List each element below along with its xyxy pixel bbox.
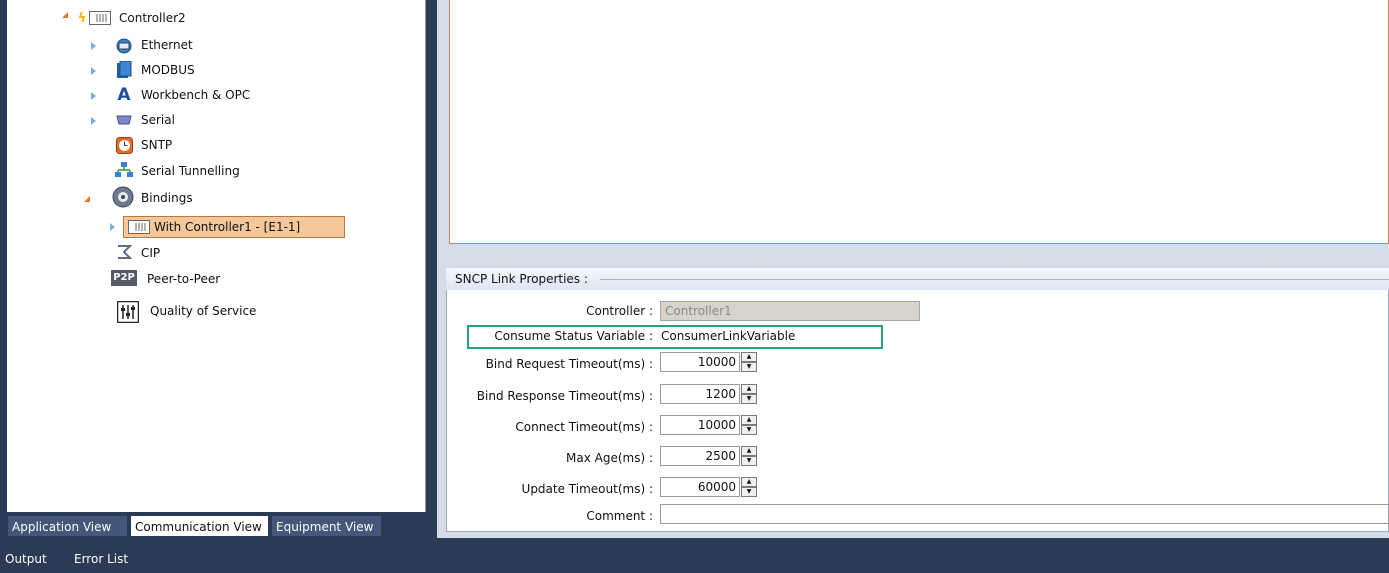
tab-application-view[interactable]: Application View: [7, 515, 128, 537]
bind-response-timeout-label: Bind Response Timeout(ms) :: [476, 389, 653, 403]
error-list-tab[interactable]: Error List: [74, 552, 128, 566]
spin-down-icon[interactable]: ▼: [741, 394, 757, 404]
max-age-spinner: ▲ ▼: [741, 446, 757, 466]
comment-label: Comment :: [586, 509, 653, 523]
spin-up-icon[interactable]: ▲: [741, 384, 757, 394]
tab-equipment-view[interactable]: Equipment View: [271, 515, 382, 537]
controller-field: Controller1: [660, 301, 920, 321]
connect-timeout-label: Connect Timeout(ms) :: [515, 420, 653, 434]
bind-request-timeout-label: Bind Request Timeout(ms) :: [485, 357, 653, 371]
tree-label: Controller2: [119, 11, 186, 25]
tree-label: With Controller1 - [E1-1]: [154, 220, 301, 234]
bind-request-timeout-input[interactable]: 10000: [660, 352, 740, 372]
expand-arrow-icon[interactable]: [91, 92, 96, 100]
tree-label: Workbench & OPC: [141, 88, 251, 102]
tree-label: Serial: [141, 113, 175, 127]
tree-label: Peer-to-Peer: [147, 272, 221, 286]
expand-arrow-icon[interactable]: [91, 117, 96, 125]
tree-label: SNTP: [141, 138, 173, 152]
tab-communication-view[interactable]: Communication View: [130, 515, 269, 537]
tree-label: Serial Tunnelling: [141, 164, 240, 178]
group-divider: [600, 279, 1389, 280]
workbench-a-icon: A: [117, 84, 131, 105]
update-timeout-input[interactable]: 60000: [660, 477, 740, 497]
update-timeout-spinner: ▲ ▼: [741, 477, 757, 497]
spin-down-icon[interactable]: ▼: [741, 425, 757, 435]
connect-timeout-spinner: ▲ ▼: [741, 415, 757, 435]
bind-response-timeout-input[interactable]: 1200: [660, 384, 740, 404]
sntp-clock-icon: [115, 136, 133, 154]
tree-label: Bindings: [141, 191, 193, 205]
max-age-input[interactable]: 2500: [660, 446, 740, 466]
panel-splitter[interactable]: [426, 0, 436, 545]
serial-port-icon: [115, 111, 133, 129]
bind-request-timeout-spinner: ▲ ▼: [741, 352, 757, 372]
network-icon: [115, 161, 133, 179]
controller-icon: [128, 218, 150, 236]
comment-input[interactable]: [660, 504, 1389, 524]
upper-canvas: [449, 0, 1389, 244]
tree-label: Ethernet: [141, 38, 193, 52]
spin-up-icon[interactable]: ▲: [741, 477, 757, 487]
expand-arrow-icon[interactable]: [91, 42, 96, 50]
tree-label: MODBUS: [141, 63, 195, 77]
spin-down-icon[interactable]: ▼: [741, 362, 757, 372]
update-timeout-label: Update Timeout(ms) :: [521, 482, 653, 496]
tree-label: CIP: [141, 246, 161, 260]
communication-tree-panel: ϟ Controller2 Ethernet MODBUS A Workbenc…: [7, 0, 426, 512]
bindings-gear-icon: [112, 186, 134, 208]
spin-up-icon[interactable]: ▲: [741, 446, 757, 456]
view-tabs: Application View Communication View Equi…: [7, 512, 425, 542]
qos-icon: [117, 301, 139, 323]
spin-up-icon[interactable]: ▲: [741, 415, 757, 425]
consume-status-value[interactable]: ConsumerLinkVariable: [661, 329, 795, 343]
expand-arrow-icon[interactable]: [62, 12, 68, 18]
expand-arrow-icon[interactable]: [84, 196, 90, 202]
expand-arrow-icon[interactable]: [110, 223, 115, 231]
modbus-book-icon: [115, 61, 133, 79]
consume-status-label: Consume Status Variable :: [494, 329, 653, 343]
cip-icon: [115, 243, 133, 261]
expand-arrow-icon[interactable]: [91, 67, 96, 75]
ethernet-globe-icon: [115, 37, 133, 55]
connect-timeout-input[interactable]: 10000: [660, 415, 740, 435]
spin-up-icon[interactable]: ▲: [741, 352, 757, 362]
group-title: SNCP Link Properties :: [455, 272, 588, 286]
p2p-icon: P2P: [111, 270, 137, 286]
max-age-label: Max Age(ms) :: [566, 451, 653, 465]
spin-down-icon[interactable]: ▼: [741, 487, 757, 497]
tree-label: Quality of Service: [150, 304, 257, 318]
controller-icon: [89, 9, 111, 27]
controller-label: Controller :: [586, 304, 653, 318]
status-bar: Output Error List: [0, 545, 1389, 573]
output-tab[interactable]: Output: [5, 552, 47, 566]
bind-response-timeout-spinner: ▲ ▼: [741, 384, 757, 404]
spin-down-icon[interactable]: ▼: [741, 456, 757, 466]
